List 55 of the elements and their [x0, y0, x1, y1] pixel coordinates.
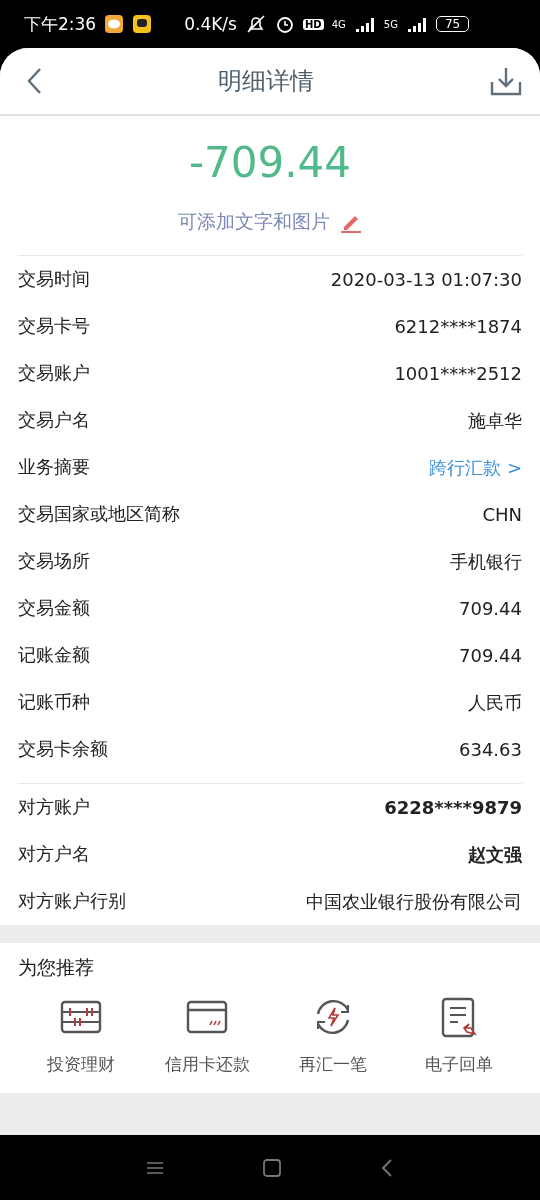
- shortcut-button[interactable]: 信用卡还款: [144, 995, 270, 1076]
- shortcut-button[interactable]: 投资理财: [18, 995, 144, 1076]
- field-label: 交易卡号: [18, 314, 91, 339]
- field-label: 对方户名: [18, 842, 91, 867]
- back-icon[interactable]: [26, 67, 42, 95]
- card-icon: [186, 1000, 228, 1034]
- status-time: 下午2:36: [24, 12, 97, 36]
- field-value: 709.44: [459, 645, 522, 666]
- chat-icon: [104, 14, 125, 34]
- field-value: 1001****2512: [394, 363, 522, 384]
- app-icon: [132, 14, 153, 34]
- field-value: 6228****9879: [384, 797, 522, 818]
- field-label: 交易金额: [18, 596, 91, 621]
- field-value: 赵文强: [468, 842, 522, 867]
- network-type: 5G: [383, 18, 398, 30]
- field-label: 交易户名: [18, 408, 91, 433]
- field-label: 记账币种: [18, 690, 91, 715]
- field-value: 手机银行: [450, 549, 522, 574]
- field-value: 709.44: [459, 598, 522, 619]
- field-value: 施卓华: [468, 408, 522, 433]
- field-label: 对方账户: [18, 795, 91, 820]
- alarm-icon: [274, 14, 295, 34]
- back-icon[interactable]: [381, 1158, 393, 1177]
- signal-icon: [353, 16, 376, 32]
- signal-icon: [405, 16, 428, 32]
- field-label: 记账金额: [18, 643, 91, 668]
- field-value: 634.63: [459, 739, 522, 760]
- field-label: 交易卡余额: [18, 737, 109, 762]
- field-value: 人民币: [468, 690, 522, 715]
- summary-link[interactable]: 跨行汇款 >: [429, 455, 522, 480]
- add-note-link[interactable]: 可添加文字和图片: [178, 209, 330, 235]
- field-label: 对方账户行别: [18, 889, 127, 914]
- download-icon[interactable]: [490, 66, 522, 96]
- shortcut-button[interactable]: 再汇一笔: [270, 995, 396, 1076]
- field-value: 中国农业银行股份有限公司: [306, 889, 522, 914]
- home-icon[interactable]: [263, 1158, 281, 1177]
- shortcut-button[interactable]: 电子回单: [396, 995, 522, 1076]
- field-label: 交易时间: [18, 267, 91, 292]
- field-value: 6212****1874: [394, 316, 522, 337]
- network-type: 4G: [331, 18, 346, 30]
- field-value: 2020-03-13 01:07:30: [330, 269, 522, 290]
- hd-badge: HD: [302, 18, 324, 30]
- field-label: 交易国家或地区简称: [18, 502, 181, 527]
- field-label: 业务摘要: [18, 455, 91, 480]
- battery-level: 75: [435, 16, 470, 32]
- network-speed: 0.4K/s: [184, 14, 237, 34]
- section-title: 为您推荐: [18, 955, 95, 980]
- field-label: 交易场所: [18, 549, 91, 574]
- transaction-amount: -709.44: [188, 138, 352, 187]
- field-label: 交易账户: [18, 361, 91, 386]
- receipt-icon: [441, 996, 477, 1038]
- abacus-icon: [60, 1000, 102, 1034]
- field-value: CHN: [482, 504, 522, 525]
- page-title: 明细详情: [218, 66, 314, 97]
- menu-icon[interactable]: [147, 1160, 163, 1175]
